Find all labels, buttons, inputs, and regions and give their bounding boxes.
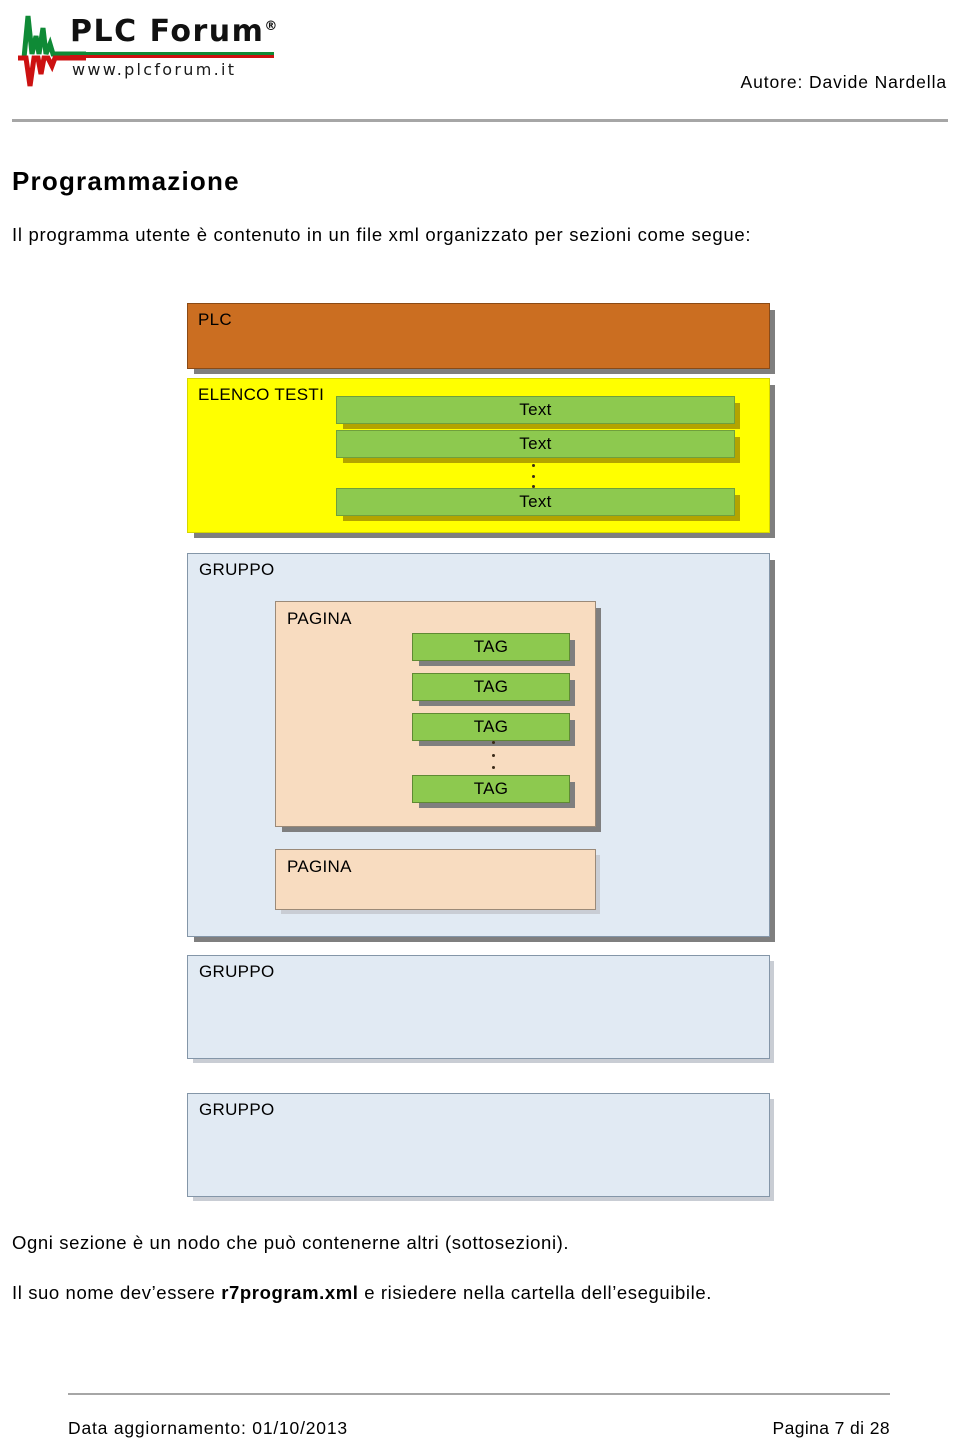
diagram-node-tag: TAG — [412, 713, 570, 741]
diagram-node-tag: TAG — [412, 775, 570, 803]
diagram-node-gruppo-3-label: GRUPPO — [199, 1100, 275, 1119]
diagram-ellipsis-tags — [491, 741, 495, 769]
diagram-node-text: Text — [336, 396, 735, 424]
diagram-node-gruppo-2-label: GRUPPO — [199, 962, 275, 981]
diagram-node-elenco-testi-label: ELENCO TESTI — [198, 385, 325, 404]
intro-paragraph: Il programma utente è contenuto in un fi… — [12, 224, 752, 245]
diagram-node-gruppo-1-label: GRUPPO — [199, 560, 275, 579]
footer-page-number: Pagina 7 di 28 — [772, 1418, 890, 1438]
diagram-node-gruppo-3: GRUPPO — [187, 1093, 770, 1197]
paragraph-2-prefix: Il suo nome dev’essere — [12, 1282, 222, 1303]
document-author: Autore: Davide Nardella — [740, 72, 947, 92]
diagram-node-gruppo-2: GRUPPO — [187, 955, 770, 1059]
header-divider — [12, 119, 948, 122]
diagram-node-text: Text — [336, 430, 735, 458]
page-title: Programmazione — [12, 166, 240, 196]
diagram-ellipsis-texts — [531, 464, 535, 488]
registered-mark-icon: ® — [264, 19, 278, 34]
diagram-node-pagina-2: PAGINA — [275, 849, 596, 910]
diagram-node-pagina-1: PAGINA — [275, 601, 596, 827]
page-header: PLC Forum® www.plcforum.it Autore: David… — [0, 0, 960, 122]
paragraph-2-suffix: e risiedere nella cartella dell’eseguibi… — [358, 1282, 712, 1303]
diagram-node-tag: TAG — [412, 633, 570, 661]
footer-divider — [68, 1393, 890, 1395]
diagram-node-gruppo-1: GRUPPO — [187, 553, 770, 937]
logo-red-rule — [70, 55, 274, 58]
diagram-node-pagina-1-label: PAGINA — [287, 609, 352, 628]
diagram-node-text: Text — [336, 488, 735, 516]
diagram-node-tag: TAG — [412, 673, 570, 701]
footer-updated-date: Data aggiornamento: 01/10/2013 — [68, 1418, 348, 1438]
diagram-node-pagina-2-label: PAGINA — [287, 857, 352, 876]
body-paragraph-2: Il suo nome dev’essere r7program.xml e r… — [12, 1282, 712, 1304]
diagram-node-plc: PLC — [187, 303, 770, 369]
logo-brand-text: PLC Forum® — [70, 14, 277, 49]
body-paragraph-1: Ogni sezione è un nodo che può contenern… — [12, 1232, 570, 1253]
plc-forum-logo: PLC Forum® www.plcforum.it — [12, 6, 277, 90]
diagram-node-plc-label: PLC — [198, 310, 232, 329]
logo-brand-label: PLC Forum — [70, 14, 265, 49]
filename-emphasis: r7program.xml — [221, 1282, 359, 1303]
diagram-node-elenco-testi: ELENCO TESTI — [187, 378, 770, 533]
logo-url-label: www.plcforum.it — [72, 60, 237, 79]
